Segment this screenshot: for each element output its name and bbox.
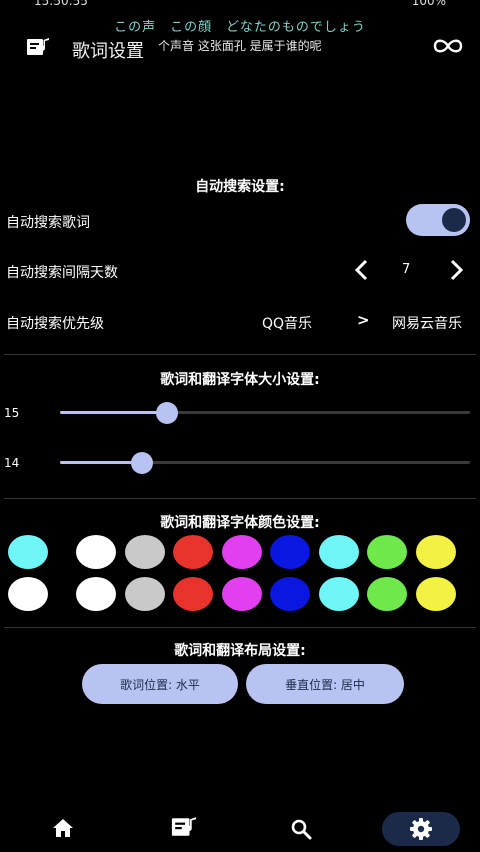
lyric-size-slider[interactable] bbox=[60, 411, 470, 414]
slider-fill bbox=[60, 461, 142, 464]
auto-search-toggle[interactable] bbox=[406, 204, 470, 236]
toggle-knob bbox=[442, 208, 466, 232]
now-playing-lyric: この声 この顔 どなたのものでしょう bbox=[114, 20, 366, 35]
layout-title: 歌词和翻译布局设置: bbox=[174, 643, 306, 659]
infinity-icon[interactable] bbox=[428, 32, 468, 60]
translation-size-thumb[interactable] bbox=[131, 452, 153, 474]
chevron-right-icon[interactable] bbox=[446, 258, 466, 282]
translation-color-swatch[interactable] bbox=[270, 577, 310, 611]
page-title: 歌词设置 bbox=[72, 41, 144, 62]
lyric-selected-color bbox=[8, 535, 48, 569]
lyric-color-swatch[interactable] bbox=[173, 535, 213, 569]
priority-first-source[interactable]: QQ音乐 bbox=[262, 313, 312, 333]
slider-fill bbox=[60, 411, 167, 414]
lyric-color-swatch[interactable] bbox=[270, 535, 310, 569]
home-icon[interactable] bbox=[52, 818, 74, 838]
lyric-color-swatch[interactable] bbox=[221, 535, 262, 569]
lyric-position-button[interactable]: 歌词位置: 水平 bbox=[82, 664, 238, 704]
lyric-size-value: 15 bbox=[4, 406, 20, 420]
translation-color-swatch[interactable] bbox=[76, 577, 116, 611]
font-color-title: 歌词和翻译字体颜色设置: bbox=[160, 515, 320, 531]
lyric-color-swatch[interactable] bbox=[318, 535, 359, 569]
search-icon[interactable] bbox=[290, 818, 312, 840]
translation-color-swatch[interactable] bbox=[367, 577, 407, 611]
translation-color-swatch[interactable] bbox=[173, 577, 213, 611]
vertical-position-button[interactable]: 垂直位置: 居中 bbox=[246, 664, 404, 704]
lyrics-icon[interactable] bbox=[170, 816, 198, 838]
search-interval-label: 自动搜索间隔天数 bbox=[6, 265, 118, 281]
translation-size-value: 14 bbox=[4, 456, 20, 470]
lyric-color-swatch[interactable] bbox=[76, 535, 116, 569]
search-priority-label: 自动搜索优先级 bbox=[6, 316, 104, 332]
now-playing-translation: 个声音 这张面孔 是属于谁的呢 bbox=[158, 39, 322, 53]
search-interval-value: 7 bbox=[402, 262, 411, 277]
translation-size-slider[interactable] bbox=[60, 461, 470, 464]
chevron-left-icon[interactable] bbox=[352, 258, 372, 282]
lyric-color-swatch[interactable] bbox=[124, 535, 165, 569]
lyric-color-swatch[interactable] bbox=[415, 535, 456, 569]
translation-selected-color bbox=[8, 577, 48, 611]
divider bbox=[4, 498, 476, 499]
font-size-title: 歌词和翻译字体大小设置: bbox=[160, 372, 320, 388]
lyric-size-thumb[interactable] bbox=[156, 402, 178, 424]
lyrics-icon bbox=[27, 38, 49, 55]
translation-color-swatch[interactable] bbox=[221, 577, 262, 611]
translation-color-swatch[interactable] bbox=[415, 577, 456, 611]
settings-icon[interactable] bbox=[410, 818, 432, 840]
status-bar: 15:50:55 100% bbox=[0, 0, 480, 10]
divider bbox=[4, 354, 476, 355]
translation-color-swatch[interactable] bbox=[318, 577, 359, 611]
priority-second-source[interactable]: 网易云音乐 bbox=[392, 313, 462, 333]
priority-swap-arrow[interactable]: > bbox=[357, 311, 370, 329]
translation-color-swatch[interactable] bbox=[124, 577, 165, 611]
divider bbox=[4, 627, 476, 628]
status-time: 15:50:55 bbox=[34, 0, 88, 8]
auto-search-title: 自动搜索设置: bbox=[195, 179, 285, 195]
lyric-color-swatch[interactable] bbox=[367, 535, 407, 569]
auto-search-label: 自动搜索歌词 bbox=[6, 215, 90, 231]
battery-level: 100% bbox=[411, 0, 446, 8]
